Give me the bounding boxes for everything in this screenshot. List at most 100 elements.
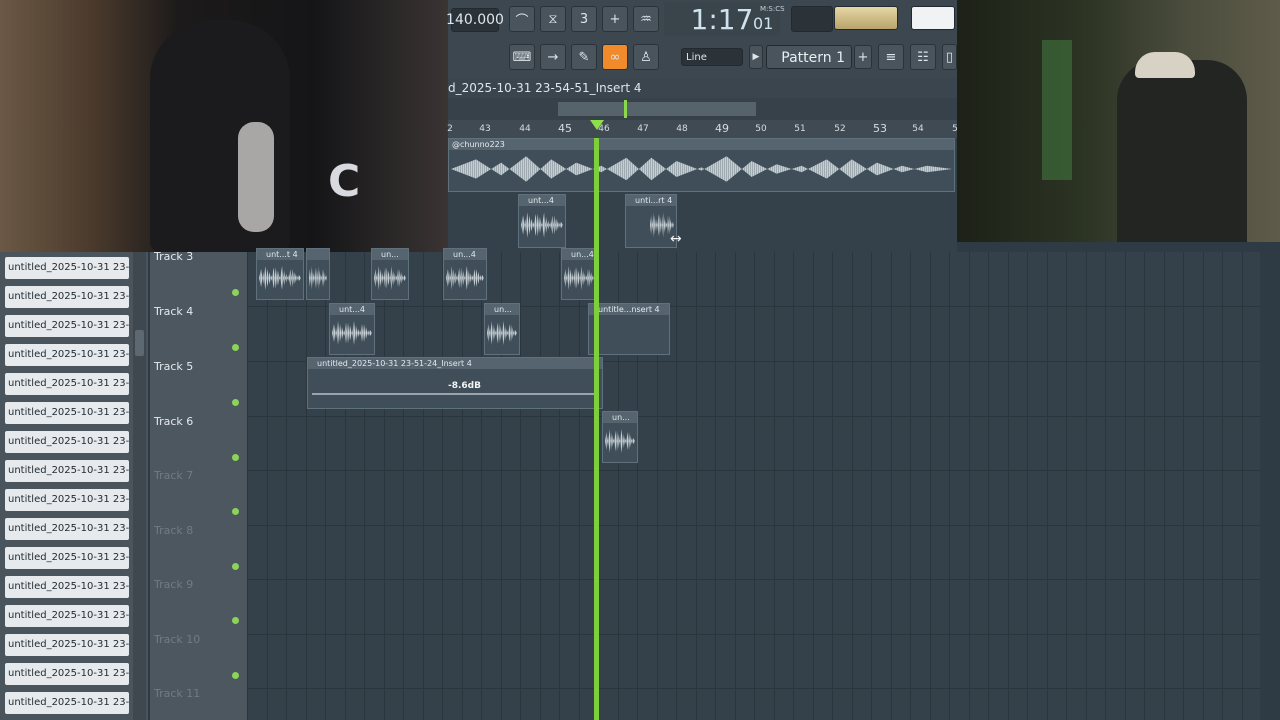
typing-keyboard-icon[interactable]: ⌨ <box>509 44 535 70</box>
arrow-right-icon[interactable]: → <box>540 44 566 70</box>
beat-gridline <box>422 252 424 720</box>
audio-clip[interactable]: un...4 <box>443 248 487 300</box>
automation-clip[interactable]: untitled_2025-10-31 23-51-24_Insert 4 -8… <box>307 357 603 409</box>
step-edit-icon[interactable]: + <box>602 6 628 32</box>
track-headers: Track 3 Track 4 Track 5 Track 6 Track 7 … <box>150 250 247 720</box>
track-mute-led[interactable] <box>232 344 239 351</box>
track-divider <box>247 416 1260 417</box>
playlist-overview[interactable] <box>448 98 957 120</box>
beat-gridline <box>1105 252 1106 720</box>
browser-item[interactable]: untitled_2025-10-31 23-... <box>5 257 129 279</box>
browser-item[interactable]: untitled_2025-10-31 23-... <box>5 402 129 424</box>
paint-icon[interactable]: ✎ <box>571 44 597 70</box>
audio-clip[interactable]: untitle...nsert 4 <box>588 303 670 355</box>
track-mute-led[interactable] <box>232 563 239 570</box>
track-mute-led[interactable] <box>232 289 239 296</box>
audio-clip[interactable]: un... <box>484 303 520 355</box>
track-header-10[interactable]: Track 10 <box>150 633 247 689</box>
mixer-icon[interactable]: ≡ <box>878 44 904 70</box>
track-header-8[interactable]: Track 8 <box>150 524 247 580</box>
track-header-6[interactable]: Track 6 <box>150 415 247 471</box>
oscilloscope <box>911 6 955 30</box>
browser-item[interactable]: untitled_2025-10-31 23-... <box>5 518 129 540</box>
browser-item[interactable]: untitled_2025-10-31 23-... <box>5 286 129 308</box>
link-icon[interactable]: ∞ <box>602 44 628 70</box>
audio-clip[interactable] <box>306 248 330 300</box>
ruler-label: 5 <box>952 124 958 134</box>
automation-line <box>312 393 598 395</box>
add-pattern-button[interactable]: + <box>854 45 872 69</box>
channel-rack-icon[interactable]: ☷ <box>910 44 936 70</box>
track-header-4[interactable]: Track 4 <box>150 305 247 361</box>
playlist-grid[interactable]: unt...t 4 un... un...4 un...4 unt...4 un… <box>247 248 1260 720</box>
gain-label: -8.6dB <box>448 381 481 391</box>
track-mute-led[interactable] <box>232 454 239 461</box>
beat-gridline <box>1046 252 1048 720</box>
playhead[interactable] <box>594 138 599 720</box>
metronome-icon[interactable]: ⌒ <box>509 6 535 32</box>
webcam-right <box>957 0 1280 242</box>
browser-scrollbar[interactable] <box>133 252 146 720</box>
scrollbar-thumb[interactable] <box>135 330 144 356</box>
browser-item[interactable]: untitled_2025-10-31 23-... <box>5 373 129 395</box>
audio-clip[interactable]: unt...4 <box>329 303 375 355</box>
time-format-label: M:S:CS <box>760 5 785 13</box>
browser-item[interactable]: untitled_2025-10-31 23-... <box>5 663 129 685</box>
beat-gridline <box>520 252 521 720</box>
track-header-7[interactable]: Track 7 <box>150 469 247 525</box>
playhead-marker[interactable] <box>590 120 604 130</box>
browser-item[interactable]: untitled_2025-10-31 23-... <box>5 605 129 627</box>
countdown-icon[interactable]: 3 <box>571 6 597 32</box>
audio-clip[interactable]: un... <box>371 248 409 300</box>
track-header-9[interactable]: Track 9 <box>150 578 247 634</box>
audio-clip[interactable]: unt...t 4 <box>256 248 304 300</box>
beat-gridline <box>773 252 775 720</box>
cap <box>1135 52 1195 78</box>
audio-clip[interactable]: unt...4 <box>518 194 566 248</box>
browser-item[interactable]: untitled_2025-10-31 23-... <box>5 576 129 598</box>
pattern-select[interactable]: Pattern 1 <box>766 45 852 69</box>
wait-for-input-icon[interactable]: ⧖ <box>540 6 566 32</box>
playlist-upper[interactable]: @chunno223 unt...4 unti...rt 4 ↔ <box>448 138 957 252</box>
timeline-ruler[interactable]: 2 43 44 45 46 47 48 49 50 51 52 53 54 5 <box>447 120 958 138</box>
clip-label <box>307 249 329 260</box>
beat-gridline <box>812 252 814 720</box>
track-mute-led[interactable] <box>232 617 239 624</box>
browser-item[interactable]: untitled_2025-10-31 23-... <box>5 344 129 366</box>
track-mute-led[interactable] <box>232 672 239 679</box>
stamp-icon[interactable]: ♙ <box>633 44 659 70</box>
beat-gridline <box>968 252 970 720</box>
browser-item[interactable]: untitled_2025-10-31 23-... <box>5 547 129 569</box>
snap-select[interactable]: Line <box>681 48 743 66</box>
cpu-graph <box>791 6 833 32</box>
track-header-5[interactable]: Track 5 <box>150 360 247 416</box>
browser-item[interactable]: untitled_2025-10-31 23-... <box>5 315 129 337</box>
track-mute-led[interactable] <box>232 399 239 406</box>
audio-clip-chunno[interactable]: @chunno223 <box>448 138 955 192</box>
browser-item[interactable]: untitled_2025-10-31 23-... <box>5 489 129 511</box>
scroll-thumb[interactable] <box>558 102 756 116</box>
pattern-prev-icon[interactable]: ▶ <box>749 45 763 69</box>
browser-item[interactable]: untitled_2025-10-31 23-... <box>5 634 129 656</box>
track-divider <box>247 525 1260 526</box>
piano-roll-icon[interactable]: ▯ <box>942 44 957 70</box>
audio-clip[interactable]: un... <box>602 411 638 463</box>
clip-label: un... <box>603 412 637 423</box>
beat-gridline <box>832 252 833 720</box>
browser-item[interactable]: untitled_2025-10-31 23-... <box>5 431 129 453</box>
track-header-3[interactable]: Track 3 <box>150 250 247 306</box>
chevron-right-icon[interactable]: › <box>636 84 640 94</box>
track-mute-led[interactable] <box>232 508 239 515</box>
clip-label: unt...4 <box>519 195 565 206</box>
track-header-11[interactable]: Track 11 <box>150 687 247 720</box>
blend-notes-icon[interactable]: ♒ <box>633 6 659 32</box>
ruler-label: 50 <box>755 124 767 134</box>
tempo-display[interactable]: 140.000 <box>446 8 504 32</box>
track-divider <box>247 470 1260 471</box>
beat-gridline <box>383 252 385 720</box>
browser-item[interactable]: untitled_2025-10-31 23-... <box>5 692 129 714</box>
resize-cursor-icon: ↔ <box>670 231 682 247</box>
ruler-label: 54 <box>912 124 924 134</box>
browser-item[interactable]: untitled_2025-10-31 23-... <box>5 460 129 482</box>
microphone <box>238 122 274 232</box>
